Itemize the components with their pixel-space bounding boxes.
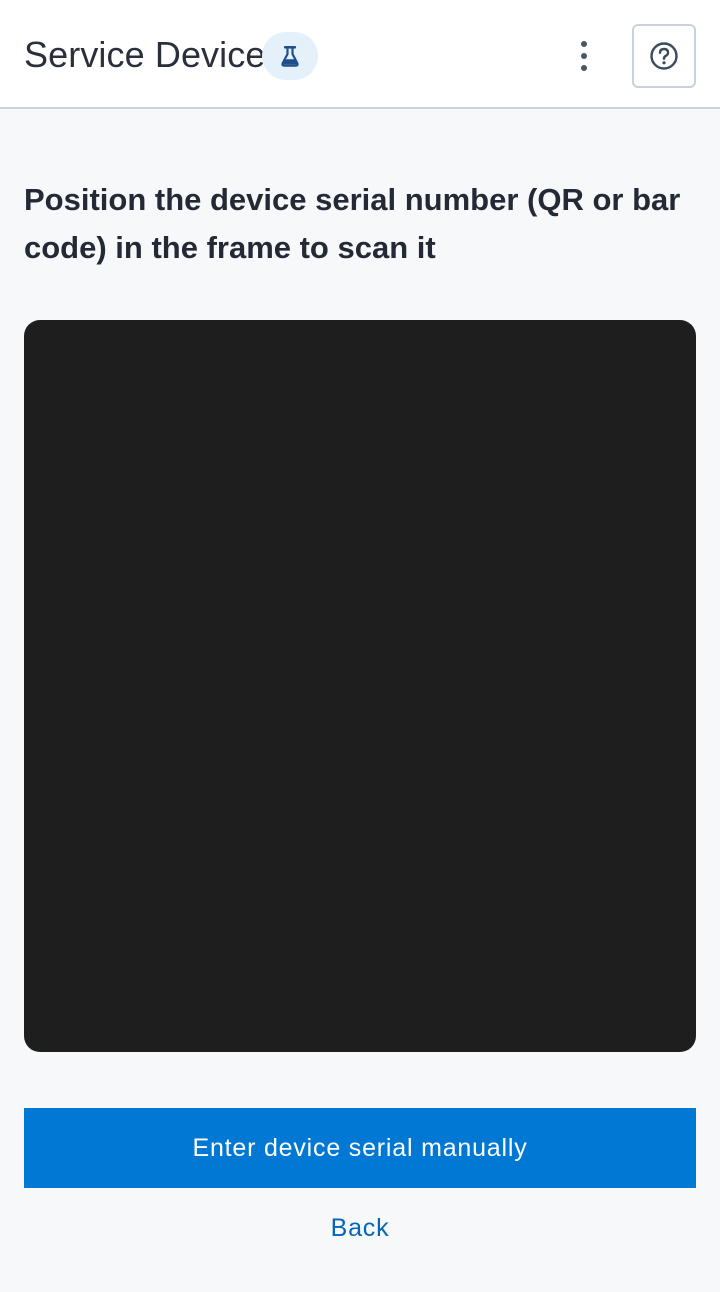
more-vertical-icon <box>581 41 587 71</box>
preview-badge <box>262 32 318 80</box>
back-link[interactable]: Back <box>0 1208 720 1248</box>
enter-serial-manually-button[interactable]: Enter device serial manually <box>24 1108 696 1188</box>
scan-instruction: Position the device serial number (QR or… <box>24 182 681 265</box>
app-header: Service Device <box>0 0 720 109</box>
help-button[interactable] <box>632 24 696 88</box>
camera-scan-frame[interactable] <box>24 320 696 1052</box>
flask-icon <box>281 46 299 67</box>
help-circle-icon <box>650 42 678 70</box>
page-title: Service Device <box>24 34 266 75</box>
more-options-button[interactable] <box>560 32 608 80</box>
